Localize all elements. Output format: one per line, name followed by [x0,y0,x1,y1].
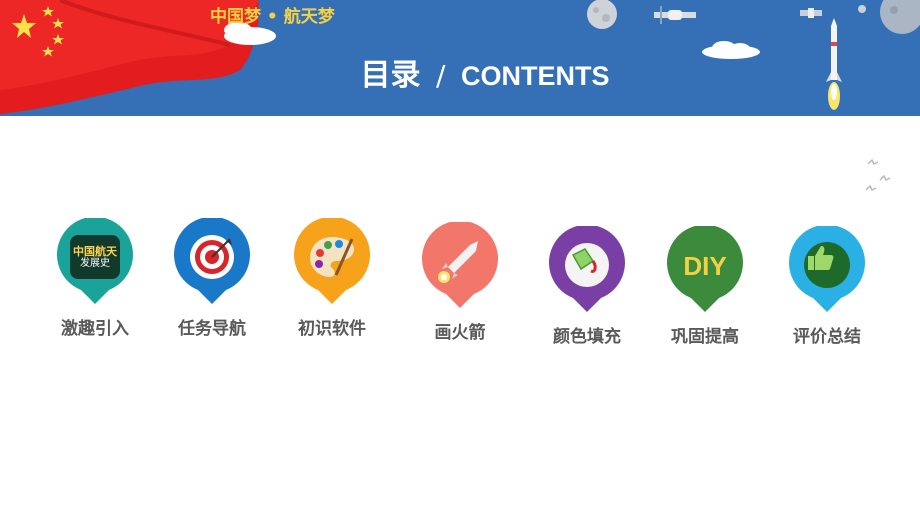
menu-label: 评价总结 [793,327,861,347]
birds-icon [865,158,891,192]
satellite-icon [800,8,822,18]
pin-marker: DIY [666,226,744,314]
pin-marker: 中国航天 发展史 [56,218,134,306]
slogan-text: 中国梦 • 航天梦 [210,7,335,27]
pin-marker [173,218,251,306]
small-planet-icon [858,5,866,13]
planet-icon [880,0,920,34]
moon-icon [587,0,617,29]
china-space-dream-badge-icon: 中国航天 发展史 [70,235,120,279]
paint-bucket-icon [565,243,609,287]
rocket-icon [434,235,486,287]
pin-marker [293,218,371,306]
palette-icon [306,231,358,283]
title-chinese: 目录 [360,58,421,93]
menu-item-consolidate[interactable]: DIY 巩固提高 [645,226,765,347]
pin-marker [548,226,626,314]
menu-label: 巩固提高 [671,327,739,347]
thumbs-up-icon [804,242,850,288]
menu-item-draw-rocket[interactable]: 画火箭 [400,222,520,343]
menu-item-software-intro[interactable]: 初识软件 [272,218,392,339]
pin-marker [421,222,499,310]
space-station-icon [654,6,696,24]
page-title: 目录 / CONTENTS [0,50,920,94]
menu-label: 初识软件 [298,319,366,339]
menu-item-evaluation[interactable]: 评价总结 [767,226,887,347]
menu-item-color-fill[interactable]: 颜色填充 [527,226,647,347]
menu-label: 激趣引入 [61,319,129,339]
menu-label: 画火箭 [434,323,486,343]
menu-item-intro[interactable]: 中国航天 发展史 激趣引入 [35,218,155,339]
menu-item-task-navigation[interactable]: 任务导航 [152,218,272,339]
title-english: CONTENTS [461,61,610,91]
title-separator: / [436,59,446,92]
diy-icon: DIY [683,250,727,281]
launch-rocket-icon [826,18,842,110]
pin-marker [788,226,866,314]
header-banner: 中国梦 • 航天梦 目录 / CONTENTS [0,0,920,116]
cloud-icon [702,41,760,59]
menu-label: 颜色填充 [553,327,621,347]
menu-label: 任务导航 [178,319,246,339]
target-icon [186,231,238,283]
